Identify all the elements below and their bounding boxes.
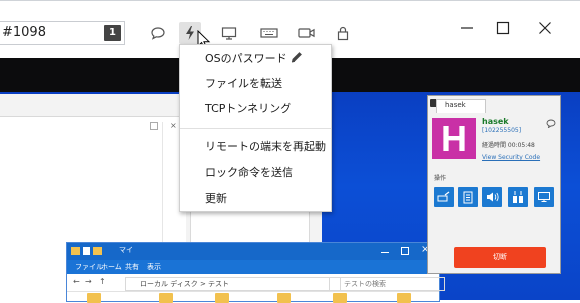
menu-separator (180, 128, 331, 129)
menu-item-restart-remote[interactable]: リモートの端末を再起動 (205, 138, 326, 154)
menu-item-file-transfer[interactable]: ファイルを転送 (205, 75, 282, 91)
back-arrow-icon[interactable]: ← (73, 277, 80, 286)
clipboard-icon[interactable] (458, 187, 478, 207)
explorer-path-field[interactable]: ローカル ディスク > テスト (125, 277, 341, 291)
disconnect-button[interactable]: 切断 (454, 247, 546, 268)
file-explorer-window[interactable]: マイ × ファイル ホーム 共有 表示 ← → ↑ ローカル ディスク > テス… (66, 242, 445, 303)
operations-label: 操作 (434, 175, 447, 182)
doc-close-icon[interactable]: × (170, 121, 177, 130)
explorer-ribbon (67, 260, 439, 274)
session-id-field[interactable]: #1098 1 (0, 21, 125, 45)
explorer-search-input[interactable]: テストの検索 (329, 277, 445, 291)
file-transfer-icon[interactable] (508, 187, 528, 207)
document-toolbar-strip (0, 94, 188, 117)
chat-icon[interactable] (147, 22, 169, 44)
document-icon (83, 247, 90, 255)
explorer-title: マイ (119, 246, 133, 254)
menu-item-os-password[interactable]: OSのパスワード (205, 50, 287, 66)
explorer-maximize-icon[interactable] (401, 247, 409, 255)
lock-icon[interactable] (332, 22, 354, 44)
session-badge: 1 (104, 25, 121, 41)
remote-screen-icon[interactable] (534, 187, 554, 207)
minimize-icon[interactable] (456, 17, 478, 39)
keyboard-icon[interactable] (258, 22, 280, 44)
folder-icon (93, 247, 102, 255)
camera-icon[interactable] (296, 22, 318, 44)
speaker-icon[interactable] (482, 187, 502, 207)
ribbon-tab-file[interactable]: ファイル (75, 262, 103, 272)
monitor-icon[interactable] (218, 22, 240, 44)
ribbon-tab-home[interactable]: ホーム (101, 262, 122, 272)
menu-item-send-lock[interactable]: ロック命令を送信 (205, 164, 293, 180)
folder-icon[interactable] (333, 293, 347, 303)
keyboard-pen-icon[interactable] (434, 187, 454, 207)
panel-tab-label: hasek (445, 101, 466, 109)
folder-icon[interactable] (277, 293, 291, 303)
ribbon-tab-share[interactable]: 共有 (125, 262, 139, 272)
folder-icon[interactable] (215, 293, 229, 303)
close-icon[interactable] (534, 17, 556, 39)
folder-icon[interactable] (159, 293, 173, 303)
elapsed-time: 経過時間 00:05:48 (482, 142, 535, 149)
doc-restore-icon[interactable] (150, 122, 158, 130)
maximize-icon[interactable] (492, 17, 514, 39)
forward-arrow-icon[interactable]: → (85, 277, 92, 286)
user-name: hasek (482, 117, 509, 126)
menu-item-tcp-tunneling[interactable]: TCPトンネリング (205, 100, 291, 116)
chat-icon[interactable] (546, 113, 556, 132)
actions-dropdown-menu: OSのパスワード ファイルを転送 TCPトンネリング リモートの端末を再起動 ロ… (179, 44, 332, 212)
ribbon-tab-view[interactable]: 表示 (147, 262, 161, 272)
folder-icon (71, 247, 80, 255)
view-security-code-link[interactable]: View Security Code (482, 154, 540, 161)
pencil-icon[interactable] (290, 49, 304, 68)
menu-item-refresh[interactable]: 更新 (205, 190, 227, 206)
support-session-panel: hasek H hasek [102255505] 経過時間 00:05:48 … (427, 95, 561, 274)
user-id: [102255505] (482, 127, 522, 134)
up-arrow-icon[interactable]: ↑ (99, 277, 106, 286)
explorer-minimize-icon[interactable] (381, 252, 389, 253)
avatar: H (432, 118, 476, 159)
session-id-text: #1098 (2, 25, 46, 40)
folder-icon[interactable] (397, 293, 411, 303)
folder-icon[interactable] (87, 293, 101, 303)
